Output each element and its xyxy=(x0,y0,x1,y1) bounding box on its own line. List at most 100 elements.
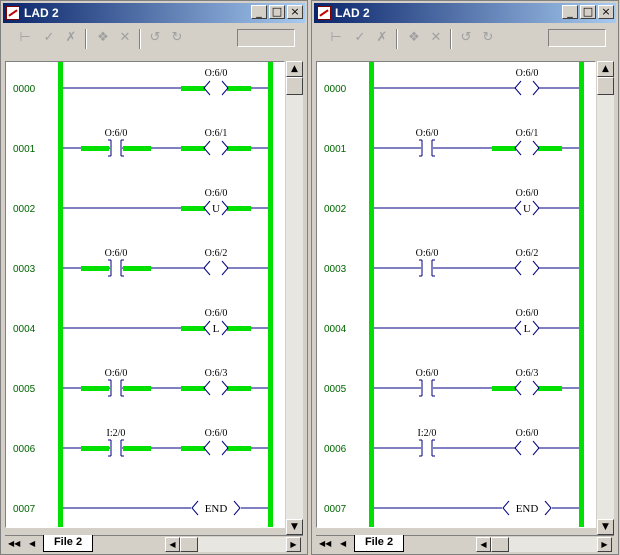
close-button[interactable]: × xyxy=(598,5,614,19)
horizontal-scrollbar[interactable]: ◀ ▶ xyxy=(476,537,612,552)
ladder-app-icon xyxy=(317,6,331,20)
contact-address: O:6/0 xyxy=(105,248,128,259)
redo-icon[interactable]: ↻ xyxy=(478,29,498,47)
rung-number: 0000 xyxy=(324,84,347,95)
energized-segment xyxy=(227,86,251,91)
toolbar: ⊢ ✓ ✗ ❖ ✕ ↺ ↻ xyxy=(3,25,305,53)
horizontal-scrollbar[interactable]: ◀ ▶ xyxy=(165,537,301,552)
energized-segment xyxy=(181,446,205,451)
left-power-rail xyxy=(58,62,63,527)
contact-gap xyxy=(110,379,122,397)
tab-first-icon[interactable]: ◀◀ xyxy=(319,539,331,548)
address-box[interactable] xyxy=(548,29,606,47)
scroll-down-icon[interactable]: ▼ xyxy=(286,519,303,535)
accept-edits-icon[interactable]: ✓ xyxy=(350,29,370,47)
ladder-canvas[interactable]: 0000 O:6/0 0001 O:6/0 O:6/1 0002 U O:6/0 0003 O:6… xyxy=(5,61,285,528)
scroll-down-icon[interactable]: ▼ xyxy=(597,519,614,535)
close-button[interactable]: × xyxy=(287,5,303,19)
hscroll-thumb[interactable] xyxy=(491,537,509,552)
scroll-left-icon[interactable]: ◀ xyxy=(476,537,491,552)
minimize-button[interactable]: _ xyxy=(251,5,267,19)
vertical-scrollbar[interactable]: ▲ ▼ xyxy=(286,61,303,535)
coil-address: O:6/3 xyxy=(205,368,228,379)
coil-address: O:6/0 xyxy=(205,68,228,79)
coil-address: O:6/1 xyxy=(205,128,228,139)
coil-address: O:6/0 xyxy=(516,68,539,79)
delete-icon[interactable]: ✕ xyxy=(426,29,446,47)
coil-address: O:6/1 xyxy=(516,128,539,139)
toolbar-separator xyxy=(139,29,141,49)
right-power-rail xyxy=(268,62,273,527)
scroll-thumb[interactable] xyxy=(597,77,614,95)
energized-segment xyxy=(123,146,151,151)
redo-icon[interactable]: ↻ xyxy=(167,29,187,47)
insert-rung-icon[interactable]: ⊢ xyxy=(15,29,35,47)
title-bar[interactable]: LAD 2 _ □ × xyxy=(314,3,616,23)
tab-file[interactable]: File 2 xyxy=(43,535,93,552)
cancel-edits-icon[interactable]: ✗ xyxy=(372,29,392,47)
verify-icon[interactable]: ❖ xyxy=(93,29,113,47)
energized-segment xyxy=(181,86,205,91)
ladder-diagram: 0000 O:6/0 0001 O:6/0 O:6/1 0002 U O:6/0 0003 O:6… xyxy=(13,62,273,527)
energized-segment xyxy=(492,386,516,391)
verify-icon[interactable]: ❖ xyxy=(404,29,424,47)
toolbar-separator xyxy=(85,29,87,49)
toolbar: ⊢ ✓ ✗ ❖ ✕ ↺ ↻ xyxy=(314,25,616,53)
file-tab-bar: ◀◀ ◀ File 2 ◀ ▶ xyxy=(316,535,614,553)
rung-number: 0006 xyxy=(13,444,36,455)
tab-prev-icon[interactable]: ◀ xyxy=(29,539,35,548)
insert-rung-icon[interactable]: ⊢ xyxy=(326,29,346,47)
rung-number: 0003 xyxy=(324,264,347,275)
cancel-edits-icon[interactable]: ✗ xyxy=(61,29,81,47)
coil-address: O:6/0 xyxy=(205,308,228,319)
energized-segment xyxy=(492,146,516,151)
coil-type-label: U xyxy=(212,203,220,215)
tab-file[interactable]: File 2 xyxy=(354,535,404,552)
contact-gap xyxy=(421,439,433,457)
scroll-thumb[interactable] xyxy=(286,77,303,95)
toolbar-separator xyxy=(396,29,398,49)
contact-address: O:6/0 xyxy=(416,128,439,139)
scroll-right-icon[interactable]: ▶ xyxy=(286,537,301,552)
rung-number: 0002 xyxy=(324,204,347,215)
energized-segment xyxy=(538,386,562,391)
contact-gap xyxy=(421,379,433,397)
rung-number: 0005 xyxy=(324,384,347,395)
maximize-button[interactable]: □ xyxy=(269,5,285,19)
scroll-left-icon[interactable]: ◀ xyxy=(165,537,180,552)
maximize-button[interactable]: □ xyxy=(580,5,596,19)
delete-icon[interactable]: ✕ xyxy=(115,29,135,47)
address-box[interactable] xyxy=(237,29,295,47)
rung-number: 0002 xyxy=(13,204,36,215)
coil-type-label: U xyxy=(523,203,531,215)
contact-address: O:6/0 xyxy=(416,248,439,259)
tab-first-icon[interactable]: ◀◀ xyxy=(8,539,20,548)
title-bar[interactable]: LAD 2 _ □ × xyxy=(3,3,305,23)
energized-segment xyxy=(81,146,109,151)
scroll-up-icon[interactable]: ▲ xyxy=(286,61,303,77)
ladder-app-icon xyxy=(6,6,20,20)
rung-number: 0006 xyxy=(324,444,347,455)
energized-segment xyxy=(538,146,562,151)
end-label: END xyxy=(516,503,539,515)
hscroll-thumb[interactable] xyxy=(180,537,198,552)
scroll-up-icon[interactable]: ▲ xyxy=(597,61,614,77)
rung-number: 0001 xyxy=(324,144,347,155)
accept-edits-icon[interactable]: ✓ xyxy=(39,29,59,47)
vertical-scrollbar[interactable]: ▲ ▼ xyxy=(597,61,614,535)
toolbar-separator xyxy=(450,29,452,49)
coil-type-label: L xyxy=(213,323,220,335)
energized-segment xyxy=(123,386,151,391)
energized-segment xyxy=(227,326,251,331)
ladder-canvas[interactable]: 0000 O:6/0 0001 O:6/0 O:6/1 0002 U O:6/0 0003 O:6… xyxy=(316,61,596,528)
energized-segment xyxy=(81,446,109,451)
undo-icon[interactable]: ↺ xyxy=(456,29,476,47)
coil-address: O:6/3 xyxy=(516,368,539,379)
coil-type-label: L xyxy=(524,323,531,335)
undo-icon[interactable]: ↺ xyxy=(145,29,165,47)
scroll-right-icon[interactable]: ▶ xyxy=(597,537,612,552)
tab-prev-icon[interactable]: ◀ xyxy=(340,539,346,548)
minimize-button[interactable]: _ xyxy=(562,5,578,19)
contact-address: I:2/0 xyxy=(107,428,126,439)
rung-number: 0001 xyxy=(13,144,36,155)
